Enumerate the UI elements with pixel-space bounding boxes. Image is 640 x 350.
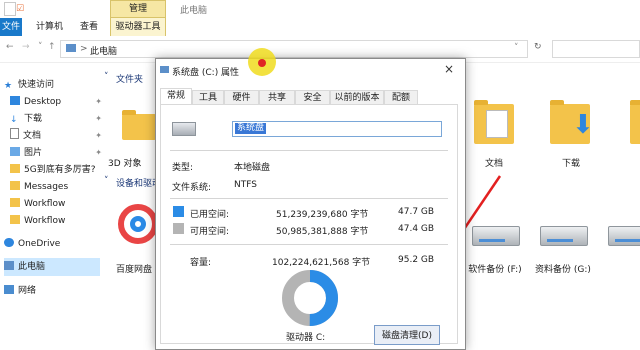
drive-label-baidu[interactable]: 百度网盘 [116,262,156,275]
star-icon: ★ [4,81,13,91]
folder-icon [10,198,20,207]
folder-label-downloads[interactable]: 下载 [531,156,611,169]
nav-quick-access[interactable]: ★ 快速访问 [4,76,100,94]
close-icon[interactable]: × [444,62,454,76]
drive-caption: 驱动器 C: [286,333,326,343]
tab-general[interactable]: 常规 [160,88,192,105]
nav-folder-workflow-2[interactable]: Workflow [10,212,106,230]
folder-icon[interactable] [630,100,640,144]
folder-label-documents[interactable]: 文档 [454,156,534,169]
group-chevron-icon[interactable]: ˅ [104,72,109,82]
chevron-down-icon[interactable]: ˅ [38,42,43,52]
hard-drive-icon [172,122,196,136]
document-icon [10,128,19,139]
tab-tools[interactable]: 工具 [192,90,224,105]
hard-drive-icon[interactable] [608,226,640,246]
forward-icon[interactable]: → [22,42,30,52]
window-title: 此电脑 [180,6,208,16]
cursor-icon [258,59,266,67]
history-dropdown-icon[interactable]: ˅ [514,43,519,53]
folder-icon [10,181,20,190]
back-icon[interactable]: ← [6,42,14,52]
tab-manage[interactable]: 管理 [110,0,166,18]
group-chevron-icon[interactable]: ˅ [104,176,109,186]
divider [170,150,448,151]
tab-file[interactable]: 文件 [0,18,22,36]
nav-folder-5g[interactable]: 5G到底有多厉害? [10,161,106,179]
pin-icon: ✦ [95,97,102,106]
folder-icon [10,215,20,224]
address-bar[interactable] [60,40,528,58]
divider [170,244,448,245]
filesystem-label: 文件系统: [172,183,212,193]
capacity-bytes: 102,224,621,568 字节 [272,258,371,268]
quick-access-toolbar: ☑ [0,0,640,19]
nav-documents[interactable]: 文档 ✦ [10,127,106,145]
nav-downloads[interactable]: ↓ 下载 ✦ [10,110,106,128]
tab-drive-tools[interactable]: 驱动器工具 [110,18,166,36]
tab-quota[interactable]: 配额 [384,90,418,105]
type-value: 本地磁盘 [234,163,271,173]
nav-desktop[interactable]: Desktop ✦ [10,93,106,111]
nav-onedrive[interactable]: OneDrive [4,235,100,253]
used-space-bytes: 51,239,239,680 字节 [276,210,369,220]
capacity-label: 容量: [190,258,212,268]
folder-icon[interactable] [122,110,156,140]
breadcrumb-separator: > [80,44,88,54]
pin-icon: ✦ [95,131,102,140]
folder-icon [10,164,20,173]
tab-security[interactable]: 安全 [295,90,330,105]
tab-sharing[interactable]: 共享 [259,90,295,105]
free-space-label: 可用空间: [190,227,230,237]
hard-drive-icon[interactable] [540,226,588,246]
tab-previous-versions[interactable]: 以前的版本 [330,90,384,105]
disk-cleanup-button[interactable]: 磁盘清理(D) [374,325,440,345]
refresh-icon[interactable]: ↻ [534,42,542,52]
pin-icon: ✦ [95,148,102,157]
cloud-icon [4,238,14,247]
up-icon[interactable]: ↑ [48,42,56,52]
used-space-gb: 47.7 GB [398,207,435,217]
free-space-bytes: 50,985,381,888 字节 [276,227,369,237]
drive-name-value[interactable]: 系统盘 [235,123,267,134]
pictures-icon [10,147,20,156]
search-input[interactable] [552,40,640,58]
free-space-swatch [173,223,184,234]
tab-view[interactable]: 查看 [80,18,98,36]
nav-this-pc[interactable]: 此电脑 [4,258,100,276]
nav-folder-messages[interactable]: Messages [10,178,106,196]
breadcrumb[interactable]: 此电脑 [90,44,117,57]
capacity-gb: 95.2 GB [398,255,435,265]
folders-header[interactable]: 文件夹 [116,72,143,85]
usage-donut [282,270,338,326]
tab-hardware[interactable]: 硬件 [224,90,259,105]
free-space-gb: 47.4 GB [398,224,435,234]
filesystem-value: NTFS [234,180,257,190]
used-space-swatch [173,206,184,217]
nav-folder-workflow[interactable]: Workflow [10,195,106,213]
drive-icon [160,66,169,73]
baidu-netdisk-icon-inner [130,216,146,232]
type-label: 类型: [172,163,194,173]
pin-icon: ✦ [95,114,102,123]
download-icon: ↓ [10,115,18,125]
pc-icon [66,44,76,52]
nav-network[interactable]: 网络 [4,282,100,300]
document-icon [486,110,508,138]
divider [170,198,448,199]
tab-computer[interactable]: 计算机 [36,18,63,36]
download-arrow-icon: ⬇ [572,110,594,140]
desktop-icon [10,96,20,105]
network-icon [4,285,14,294]
properties-icon[interactable] [4,2,16,16]
nav-pictures[interactable]: 图片 ✦ [10,144,106,162]
folder-label-3d[interactable]: 3D 对象 [108,156,154,169]
used-space-label: 已用空间: [190,210,230,220]
dialog-title: 系统盘 (C:) 属性 [172,68,240,78]
check-icon[interactable]: ☑ [16,4,24,14]
pc-icon [4,261,14,270]
drive-label-g[interactable]: 资料备份 (G:) [523,262,603,275]
